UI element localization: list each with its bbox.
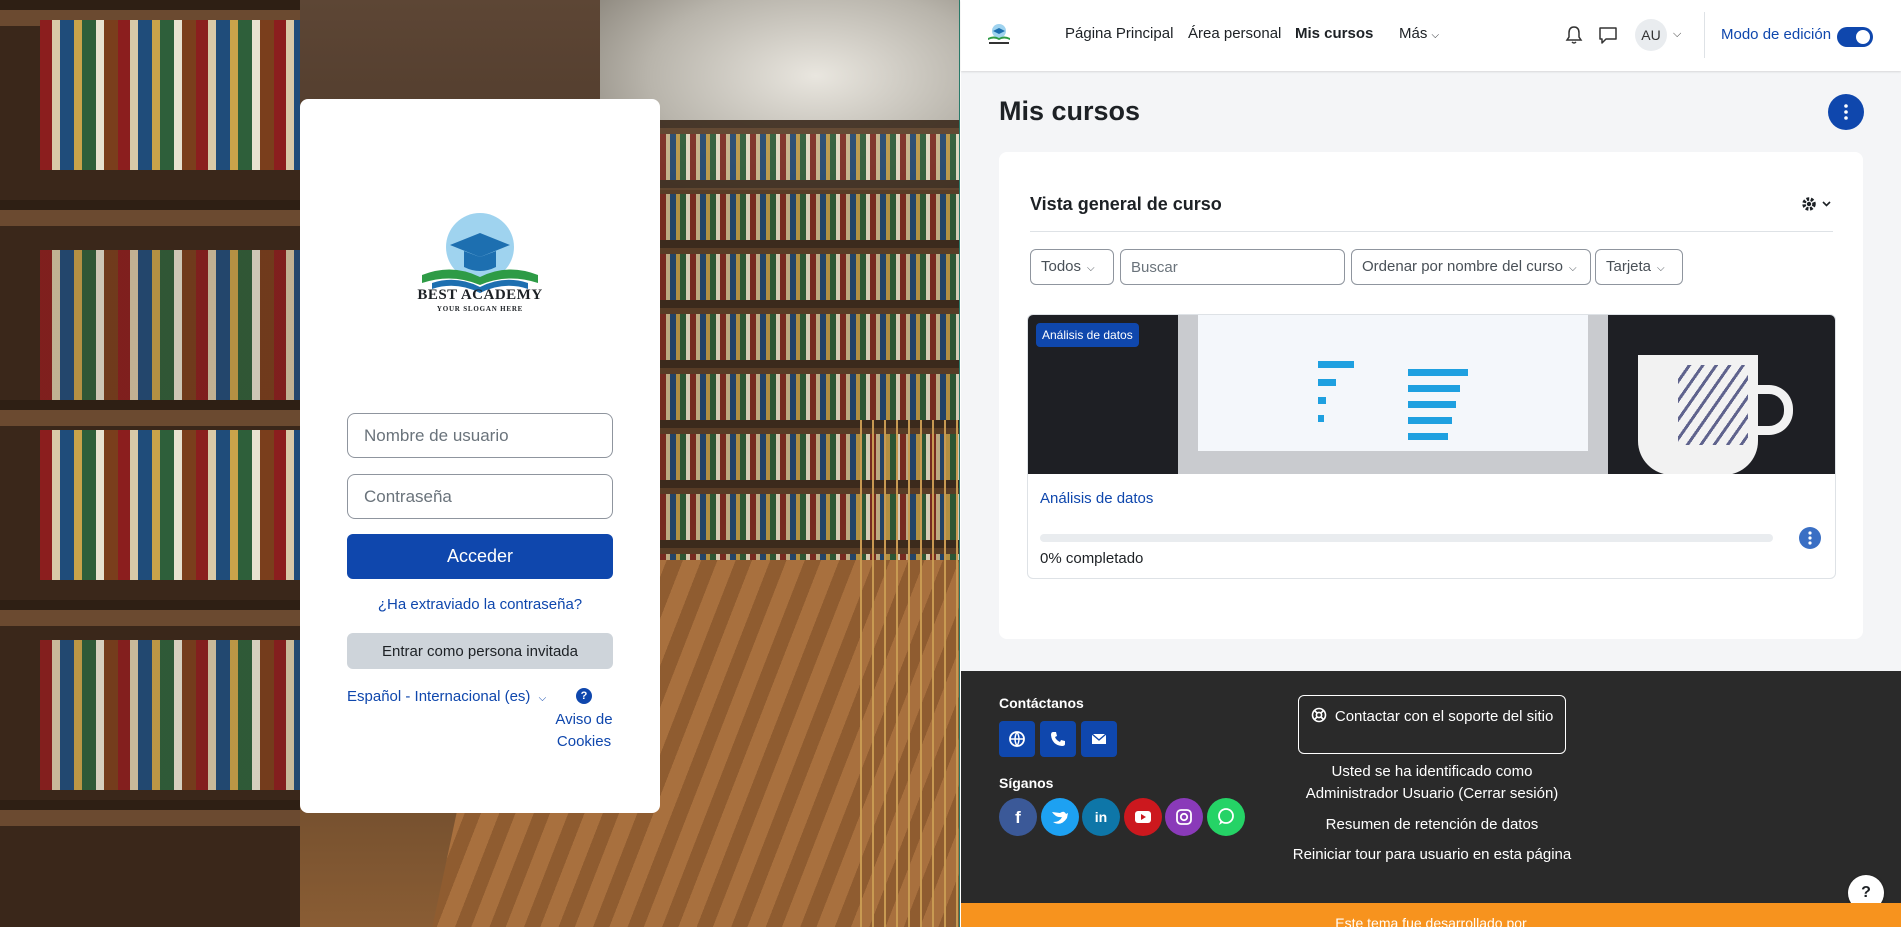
background-books bbox=[40, 250, 300, 400]
linkedin-icon: in bbox=[1095, 809, 1107, 825]
background-books bbox=[40, 640, 300, 790]
language-selector[interactable]: Español - Internacional (es) ⌵ bbox=[347, 688, 546, 705]
youtube-link[interactable] bbox=[1124, 798, 1162, 836]
cookie-notice-link[interactable]: Aviso de Cookies bbox=[550, 709, 618, 753]
logo-slogan: YOUR SLOGAN HERE bbox=[436, 305, 524, 313]
course-name-link[interactable]: Análisis de datos bbox=[1040, 490, 1153, 507]
course-search-input[interactable] bbox=[1120, 249, 1345, 285]
course-overview-card: Vista general de curso Todos ⌵ Ordenar po… bbox=[999, 152, 1863, 639]
question-icon[interactable]: ? bbox=[576, 688, 592, 704]
username-field[interactable] bbox=[347, 413, 613, 458]
background-books bbox=[40, 20, 300, 170]
contact-phone-button[interactable] bbox=[1040, 721, 1076, 757]
nav-more[interactable]: Más ⌵ bbox=[1399, 25, 1439, 42]
course-image-mug-stripes bbox=[1678, 365, 1748, 445]
course-image[interactable]: Análisis de datos bbox=[1028, 315, 1835, 474]
contact-email-button[interactable] bbox=[1081, 721, 1117, 757]
login-background: BEST ACADEMY YOUR SLOGAN HERE Acceder ¿H… bbox=[0, 0, 960, 927]
reset-tour-link[interactable]: Reiniciar tour para usuario en esta pági… bbox=[1291, 844, 1573, 866]
sort-dropdown[interactable]: Ordenar por nombre del curso ⌵ bbox=[1351, 249, 1591, 285]
sort-label: Ordenar por nombre del curso bbox=[1362, 258, 1563, 275]
top-navbar: Página Principal Área personal Mis curso… bbox=[961, 0, 1901, 71]
progress-label: 0% completado bbox=[1040, 550, 1144, 567]
progress-bar bbox=[1040, 534, 1773, 542]
chevron-down-icon: ⌵ bbox=[1431, 30, 1440, 41]
facebook-icon: f bbox=[1015, 808, 1021, 827]
chat-icon[interactable] bbox=[1597, 24, 1619, 46]
theme-credit-bar: Este tema fue desarrollado por bbox=[961, 903, 1901, 927]
svg-text:in: in bbox=[1095, 809, 1107, 825]
contact-support-label: Contactar con el soporte del sitio bbox=[1334, 708, 1554, 725]
nav-divider bbox=[1704, 12, 1705, 58]
lifering-icon bbox=[1311, 707, 1326, 723]
toggle-knob bbox=[1856, 30, 1870, 44]
forgot-password-link[interactable]: ¿Ha extraviado la contraseña? bbox=[300, 596, 660, 613]
data-retention-link[interactable]: Resumen de retención de datos bbox=[1291, 814, 1573, 836]
page-footer: Contáctanos Síganos f in Contactar con e… bbox=[961, 671, 1901, 911]
nav-home[interactable]: Página Principal bbox=[1065, 25, 1173, 42]
follow-heading: Síganos bbox=[999, 775, 1054, 791]
chevron-down-icon: ⌵ bbox=[1087, 263, 1095, 274]
chevron-down-icon: ⌵ bbox=[538, 693, 547, 704]
divider bbox=[1030, 231, 1833, 232]
password-field[interactable] bbox=[347, 474, 613, 519]
course-image-laptop bbox=[1178, 315, 1608, 474]
background-books bbox=[40, 430, 300, 580]
course-actions-button[interactable] bbox=[1799, 527, 1821, 549]
course-image-mug-handle bbox=[1753, 385, 1793, 435]
chevron-down-icon: ⌵ bbox=[1568, 263, 1577, 274]
svg-text:f: f bbox=[1015, 808, 1021, 827]
filter-dropdown[interactable]: Todos ⌵ bbox=[1030, 249, 1114, 285]
page-actions-button[interactable] bbox=[1828, 94, 1864, 130]
logged-in-info[interactable]: Usted se ha identificado como Administra… bbox=[1291, 761, 1573, 805]
guest-login-button[interactable]: Entrar como persona invitada bbox=[347, 633, 613, 669]
login-button[interactable]: Acceder bbox=[347, 534, 613, 579]
edit-mode-label: Modo de edición bbox=[1721, 26, 1832, 43]
nav-dashboard[interactable]: Área personal bbox=[1188, 25, 1281, 42]
instagram-link[interactable] bbox=[1165, 798, 1203, 836]
twitter-link[interactable] bbox=[1041, 798, 1079, 836]
contact-heading: Contáctanos bbox=[999, 695, 1084, 711]
nav-my-courses[interactable]: Mis cursos bbox=[1295, 25, 1373, 42]
linkedin-link[interactable]: in bbox=[1082, 798, 1120, 836]
theme-credit-text: Este tema fue desarrollado por bbox=[1335, 915, 1527, 927]
instagram-icon bbox=[1176, 809, 1192, 825]
twitter-icon bbox=[1052, 811, 1068, 824]
view-dropdown[interactable]: Tarjeta ⌵ bbox=[1595, 249, 1683, 285]
gear-icon[interactable] bbox=[1799, 194, 1835, 214]
course-card[interactable]: Análisis de datos Análisis de datos 0% c… bbox=[1027, 314, 1836, 579]
whatsapp-link[interactable] bbox=[1207, 798, 1245, 836]
contact-support-button[interactable]: Contactar con el soporte del sitio bbox=[1298, 695, 1566, 754]
kebab-icon bbox=[1808, 531, 1812, 545]
kebab-icon bbox=[1844, 104, 1848, 120]
facebook-link[interactable]: f bbox=[999, 798, 1037, 836]
phone-icon bbox=[1051, 732, 1065, 746]
whatsapp-icon bbox=[1218, 808, 1234, 825]
edit-mode-toggle[interactable] bbox=[1837, 27, 1873, 47]
course-category-badge: Análisis de datos bbox=[1036, 323, 1139, 347]
moodle-page: Página Principal Área personal Mis curso… bbox=[961, 0, 1901, 927]
course-image-mug bbox=[1638, 355, 1758, 474]
language-label: Español - Internacional (es) bbox=[347, 688, 531, 705]
logo-title: BEST ACADEMY bbox=[417, 287, 543, 303]
background-railing bbox=[850, 420, 959, 927]
user-avatar[interactable]: AU bbox=[1635, 19, 1667, 51]
screen: BEST ACADEMY YOUR SLOGAN HERE Acceder ¿H… bbox=[0, 0, 1901, 927]
envelope-icon bbox=[1091, 733, 1107, 744]
chevron-down-icon: ⌵ bbox=[1657, 263, 1665, 274]
nav-more-label: Más bbox=[1399, 25, 1428, 42]
course-overview-title: Vista general de curso bbox=[1030, 194, 1222, 214]
filter-label: Todos bbox=[1041, 258, 1082, 275]
page-title: Mis cursos bbox=[999, 96, 1141, 126]
login-card: BEST ACADEMY YOUR SLOGAN HERE Acceder ¿H… bbox=[300, 99, 660, 813]
view-label: Tarjeta bbox=[1606, 258, 1652, 275]
contact-web-button[interactable] bbox=[999, 721, 1035, 757]
chevron-down-icon[interactable]: ⌵ bbox=[1673, 28, 1681, 41]
course-image-screen bbox=[1198, 315, 1588, 451]
site-logo-icon[interactable] bbox=[986, 23, 1012, 45]
globe-icon bbox=[1009, 731, 1025, 748]
bell-icon[interactable] bbox=[1563, 24, 1585, 46]
youtube-icon bbox=[1135, 811, 1151, 823]
